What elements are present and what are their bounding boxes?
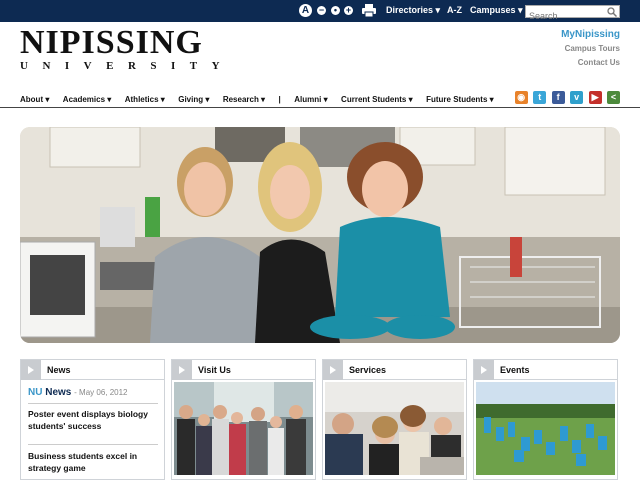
visit-us-photo[interactable] bbox=[174, 382, 313, 475]
arrow-right-icon bbox=[323, 360, 343, 380]
events-box-header[interactable]: Events bbox=[474, 360, 617, 380]
nav-giving[interactable]: Giving ▾ bbox=[178, 95, 209, 104]
reset-text-icon[interactable]: • bbox=[331, 6, 340, 15]
nav-future-students[interactable]: Future Students ▾ bbox=[426, 95, 494, 104]
nav-alumni[interactable]: Alumni ▾ bbox=[294, 95, 327, 104]
youtube-icon[interactable]: ▶ bbox=[588, 91, 602, 104]
visit-us-box: Visit Us bbox=[171, 359, 316, 480]
visit-us-box-header[interactable]: Visit Us bbox=[172, 360, 315, 380]
arrow-right-icon bbox=[172, 360, 192, 380]
services-students-photo bbox=[325, 382, 464, 475]
main-navigation: About ▾ Academics ▾ Athletics ▾ Giving ▾… bbox=[20, 89, 503, 104]
contact-us-link[interactable]: Contact Us bbox=[561, 58, 620, 67]
search-box bbox=[525, 5, 620, 22]
nav-divider bbox=[0, 107, 640, 108]
mynipissing-link[interactable]: MyNipissing bbox=[561, 29, 620, 40]
events-box-title[interactable]: Events bbox=[500, 365, 530, 375]
university-logo[interactable]: NIPISSING bbox=[20, 26, 203, 60]
university-logo-subtitle[interactable]: UNIVERSITY bbox=[20, 60, 234, 72]
news-box-title[interactable]: News bbox=[47, 365, 71, 375]
nav-athletics[interactable]: Athletics ▾ bbox=[125, 95, 165, 104]
nav-current-students[interactable]: Current Students ▾ bbox=[341, 95, 413, 104]
top-utility-bar: A − • + Directories ▾ A-Z Campuses ▾ bbox=[0, 0, 640, 22]
twitter-icon[interactable]: t bbox=[533, 91, 547, 104]
news-item[interactable]: Poster event displays biology students' … bbox=[28, 408, 158, 432]
news-label: News bbox=[45, 387, 72, 398]
hero-photo-students-kitchen bbox=[20, 127, 620, 343]
news-divider bbox=[28, 403, 158, 404]
rss-icon[interactable]: ◉ bbox=[514, 91, 528, 104]
nu-label: NU bbox=[28, 387, 43, 398]
arrow-right-icon bbox=[474, 360, 494, 380]
a-z-link[interactable]: A-Z bbox=[447, 5, 462, 15]
events-field-photo bbox=[476, 382, 615, 475]
services-photo[interactable] bbox=[325, 382, 464, 475]
campus-tours-link[interactable]: Campus Tours bbox=[561, 44, 620, 53]
vimeo-icon[interactable]: v bbox=[570, 91, 584, 104]
news-box: News NU News - May 06, 2012 Poster event… bbox=[20, 359, 165, 480]
campuses-menu[interactable]: Campuses ▾ bbox=[470, 5, 523, 16]
events-box: Events bbox=[473, 359, 618, 480]
arrow-right-icon bbox=[21, 360, 41, 380]
decrease-text-icon[interactable]: − bbox=[317, 6, 326, 15]
header-quick-links: MyNipissing Campus Tours Contact Us bbox=[561, 29, 620, 72]
facebook-icon[interactable]: f bbox=[551, 91, 565, 104]
services-box-header[interactable]: Services bbox=[323, 360, 466, 380]
increase-text-icon[interactable]: + bbox=[344, 6, 353, 15]
nav-research[interactable]: Research ▾ bbox=[223, 95, 265, 104]
hero-photo[interactable] bbox=[20, 127, 620, 343]
directories-menu[interactable]: Directories ▾ bbox=[386, 5, 440, 16]
services-box: Services bbox=[322, 359, 467, 480]
visit-us-box-title[interactable]: Visit Us bbox=[198, 365, 231, 375]
services-box-title[interactable]: Services bbox=[349, 365, 386, 375]
search-input[interactable] bbox=[526, 10, 606, 22]
news-divider bbox=[28, 444, 158, 445]
nav-about[interactable]: About ▾ bbox=[20, 95, 49, 104]
share-icon[interactable]: < bbox=[607, 91, 620, 104]
social-links: ◉ t f v ▶ < bbox=[514, 87, 620, 105]
print-icon[interactable] bbox=[362, 4, 376, 17]
news-item[interactable]: Business students excel in strategy game bbox=[28, 450, 158, 474]
visit-us-group-photo bbox=[174, 382, 313, 475]
news-date: - May 06, 2012 bbox=[74, 388, 128, 397]
nav-academics[interactable]: Academics ▾ bbox=[63, 95, 111, 104]
events-photo[interactable] bbox=[476, 382, 615, 475]
search-icon[interactable] bbox=[607, 7, 617, 17]
nu-news-brand: NU News - May 06, 2012 bbox=[28, 387, 128, 398]
nav-separator: | bbox=[278, 95, 281, 104]
text-size-icon[interactable]: A bbox=[299, 4, 312, 17]
news-box-header[interactable]: News bbox=[21, 360, 164, 380]
